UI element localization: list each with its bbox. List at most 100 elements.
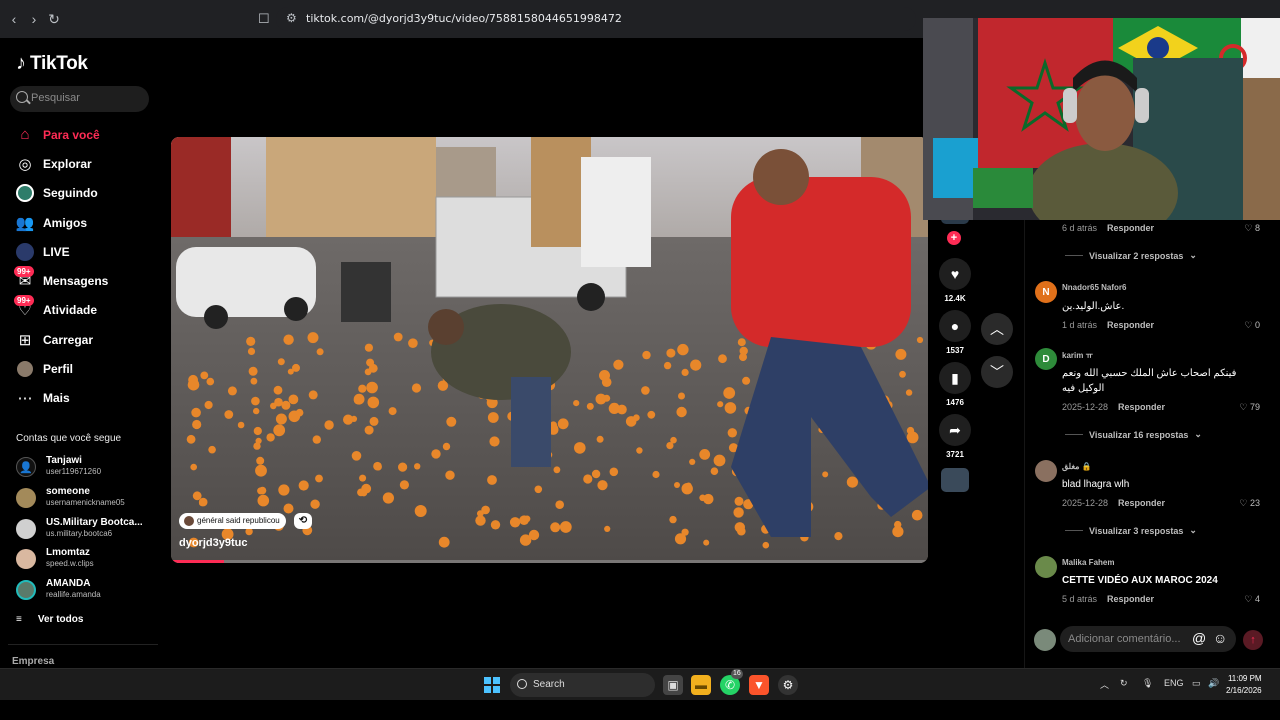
reload-icon[interactable]: ↻ (46, 11, 62, 27)
account-tanjawi[interactable]: 👤 Tanjawi user119671260 (16, 454, 156, 480)
taskbar-search[interactable]: Search (510, 673, 655, 697)
activity-icon: ♡ 99+ (14, 295, 34, 319)
avatar[interactable]: N (1035, 281, 1057, 303)
reply-button[interactable]: Responder (1107, 320, 1154, 330)
forward-icon[interactable]: › (26, 11, 42, 27)
company-link[interactable]: Empresa (12, 656, 54, 667)
share-button[interactable]: ➦ 3721 (936, 414, 974, 459)
language-indicator[interactable]: ENG (1164, 678, 1184, 688)
back-icon[interactable]: ‹ (6, 11, 22, 27)
home-icon: ⌂ (20, 126, 30, 144)
account-us-military[interactable]: US.Military Bootca... us.military.bootca… (16, 516, 156, 542)
tiktok-logo[interactable]: ♪ TikTok (16, 52, 88, 75)
reply-button[interactable]: Responder (1107, 223, 1154, 233)
comment-meta: 5 d atrás Responder (1062, 594, 1154, 604)
reply-button[interactable]: Responder (1107, 594, 1154, 604)
sync-icon[interactable]: ↻ (1120, 678, 1128, 689)
follow-plus-icon[interactable]: + (947, 231, 961, 245)
see-all-link[interactable]: ≡ Ver todos (16, 614, 83, 625)
following-icon (16, 184, 34, 203)
view-replies-button[interactable]: Visualizar 2 respostas ⌄ (1065, 250, 1197, 261)
steam-icon[interactable]: ⚙ (778, 675, 798, 695)
mic-icon[interactable]: 🎙 (1142, 678, 1153, 689)
chevron-down-icon[interactable]: ﹀ (981, 356, 1013, 388)
nav-activity[interactable]: ♡ 99+ Atividade (0, 295, 160, 325)
share-count: 3721 (946, 450, 964, 459)
windows-start-icon[interactable] (484, 677, 500, 693)
address-bar[interactable]: ⚙ tiktok.com/@dyorjd3y9tuc/video/7588158… (276, 7, 916, 31)
nav-friends[interactable]: 👥 Amigos (0, 208, 160, 237)
save-count: 1476 (946, 398, 964, 407)
account-username: user119671260 (46, 467, 102, 476)
comment-input[interactable]: Adicionar comentário... @ ☺ (1060, 626, 1236, 652)
comment-like[interactable]: ♡ 4 (1244, 594, 1260, 605)
bookmark-icon[interactable]: ☐ (258, 11, 270, 27)
reply-button[interactable]: Responder (1118, 402, 1165, 412)
like-button[interactable]: ♥ 12.4K (936, 258, 974, 303)
avatar[interactable]: D (1035, 348, 1057, 370)
emoji-icon[interactable]: ☺ (1213, 630, 1227, 646)
bookmark-icon: ▮ (939, 362, 971, 394)
comment-placeholder: Adicionar comentário... (1068, 633, 1181, 645)
comment-date: 2025-12-28 (1062, 498, 1109, 508)
avatar[interactable] (1035, 556, 1057, 578)
comment-like[interactable]: ♡ 0 (1244, 320, 1260, 331)
send-icon[interactable]: ↑ (1243, 630, 1263, 650)
whatsapp-icon[interactable]: ✆ 16 (720, 669, 743, 695)
account-username: us.military.bootca6 (46, 529, 113, 538)
file-explorer-icon[interactable]: ▬ (691, 675, 711, 695)
comment-username[interactable]: مغلق 🔒 (1062, 462, 1092, 471)
brave-browser-icon[interactable]: ▼ (749, 675, 769, 695)
site-settings-icon[interactable]: ⚙ (286, 11, 297, 25)
comment-meta: 6 d atrás Responder (1062, 223, 1154, 233)
webcam-overlay (923, 18, 1280, 220)
video-player[interactable]: général said republicou ⟲ dyorjd3y9tuc (171, 137, 928, 563)
search-input[interactable]: Pesquisar (10, 86, 149, 112)
account-username: usernamenickname05 (46, 498, 125, 507)
task-view-icon[interactable]: ▣ (663, 675, 683, 695)
comment-username[interactable]: Nnador65 Nafor6 (1062, 283, 1126, 292)
nav-live[interactable]: LIVE (0, 237, 160, 266)
view-replies-button[interactable]: Visualizar 16 respostas ⌄ (1065, 429, 1202, 440)
account-lmomtaz[interactable]: Lmomtaz speed.w.clips (16, 546, 156, 572)
account-username: reallife.amanda (46, 590, 101, 599)
comment-date: 6 d atrás (1062, 223, 1098, 233)
comment-like[interactable]: ♡ 23 (1239, 498, 1260, 509)
nav-profile[interactable]: Perfil (0, 354, 160, 383)
view-replies-button[interactable]: Visualizar 3 respostas ⌄ (1065, 525, 1197, 536)
nav-following[interactable]: Seguindo (0, 179, 160, 208)
url-text[interactable]: tiktok.com/@dyorjd3y9tuc/video/758815804… (306, 12, 622, 25)
comment-like[interactable]: ♡ 79 (1239, 402, 1260, 413)
comment-count: 1537 (946, 346, 964, 355)
heart-icon: ♥ (939, 258, 971, 290)
comment-username[interactable]: karim ㅠ (1062, 350, 1093, 361)
activity-badge: 99+ (14, 295, 34, 307)
save-button[interactable]: ▮ 1476 (936, 362, 974, 407)
chevron-up-icon[interactable]: ︿ (1100, 678, 1109, 691)
chevron-up-icon[interactable]: ︿ (981, 313, 1013, 345)
nav-more[interactable]: ⋯ Mais (0, 384, 160, 413)
account-someone[interactable]: someone usernamenickname05 (16, 485, 156, 511)
nav-upload[interactable]: ⊞ Carregar (0, 325, 160, 354)
reply-button[interactable]: Responder (1118, 498, 1165, 508)
video-author[interactable]: dyorjd3y9tuc (179, 537, 247, 549)
view-replies-label: Visualizar 16 respostas (1089, 429, 1189, 440)
volume-icon[interactable]: 🔊 (1208, 678, 1219, 689)
video-progress[interactable] (171, 560, 928, 563)
account-amanda[interactable]: AMANDA reallife.amanda (16, 577, 156, 603)
clock[interactable]: 11:09 PM 2/16/2026 (1226, 673, 1262, 697)
mention-icon[interactable]: @ (1192, 630, 1206, 646)
comment-username[interactable]: Malika Fahem (1062, 558, 1114, 567)
avatar[interactable] (1035, 460, 1057, 482)
music-disc[interactable] (941, 468, 969, 492)
repost-tag[interactable]: général said republicou (179, 513, 286, 529)
comment-button[interactable]: ● 1537 (936, 310, 974, 355)
nav-explore[interactable]: ◎ Explorar (0, 149, 160, 178)
comment-like[interactable]: ♡ 8 (1244, 223, 1260, 234)
network-icon[interactable]: ▭ (1192, 678, 1201, 689)
nav-for-you[interactable]: ⌂ Para você (0, 120, 160, 149)
nav-label: Atividade (43, 303, 98, 318)
comment-like-count: 79 (1249, 402, 1260, 412)
repost-icon[interactable]: ⟲ (294, 513, 312, 529)
nav-messages[interactable]: ✉ 99+ Mensagens (0, 266, 160, 295)
